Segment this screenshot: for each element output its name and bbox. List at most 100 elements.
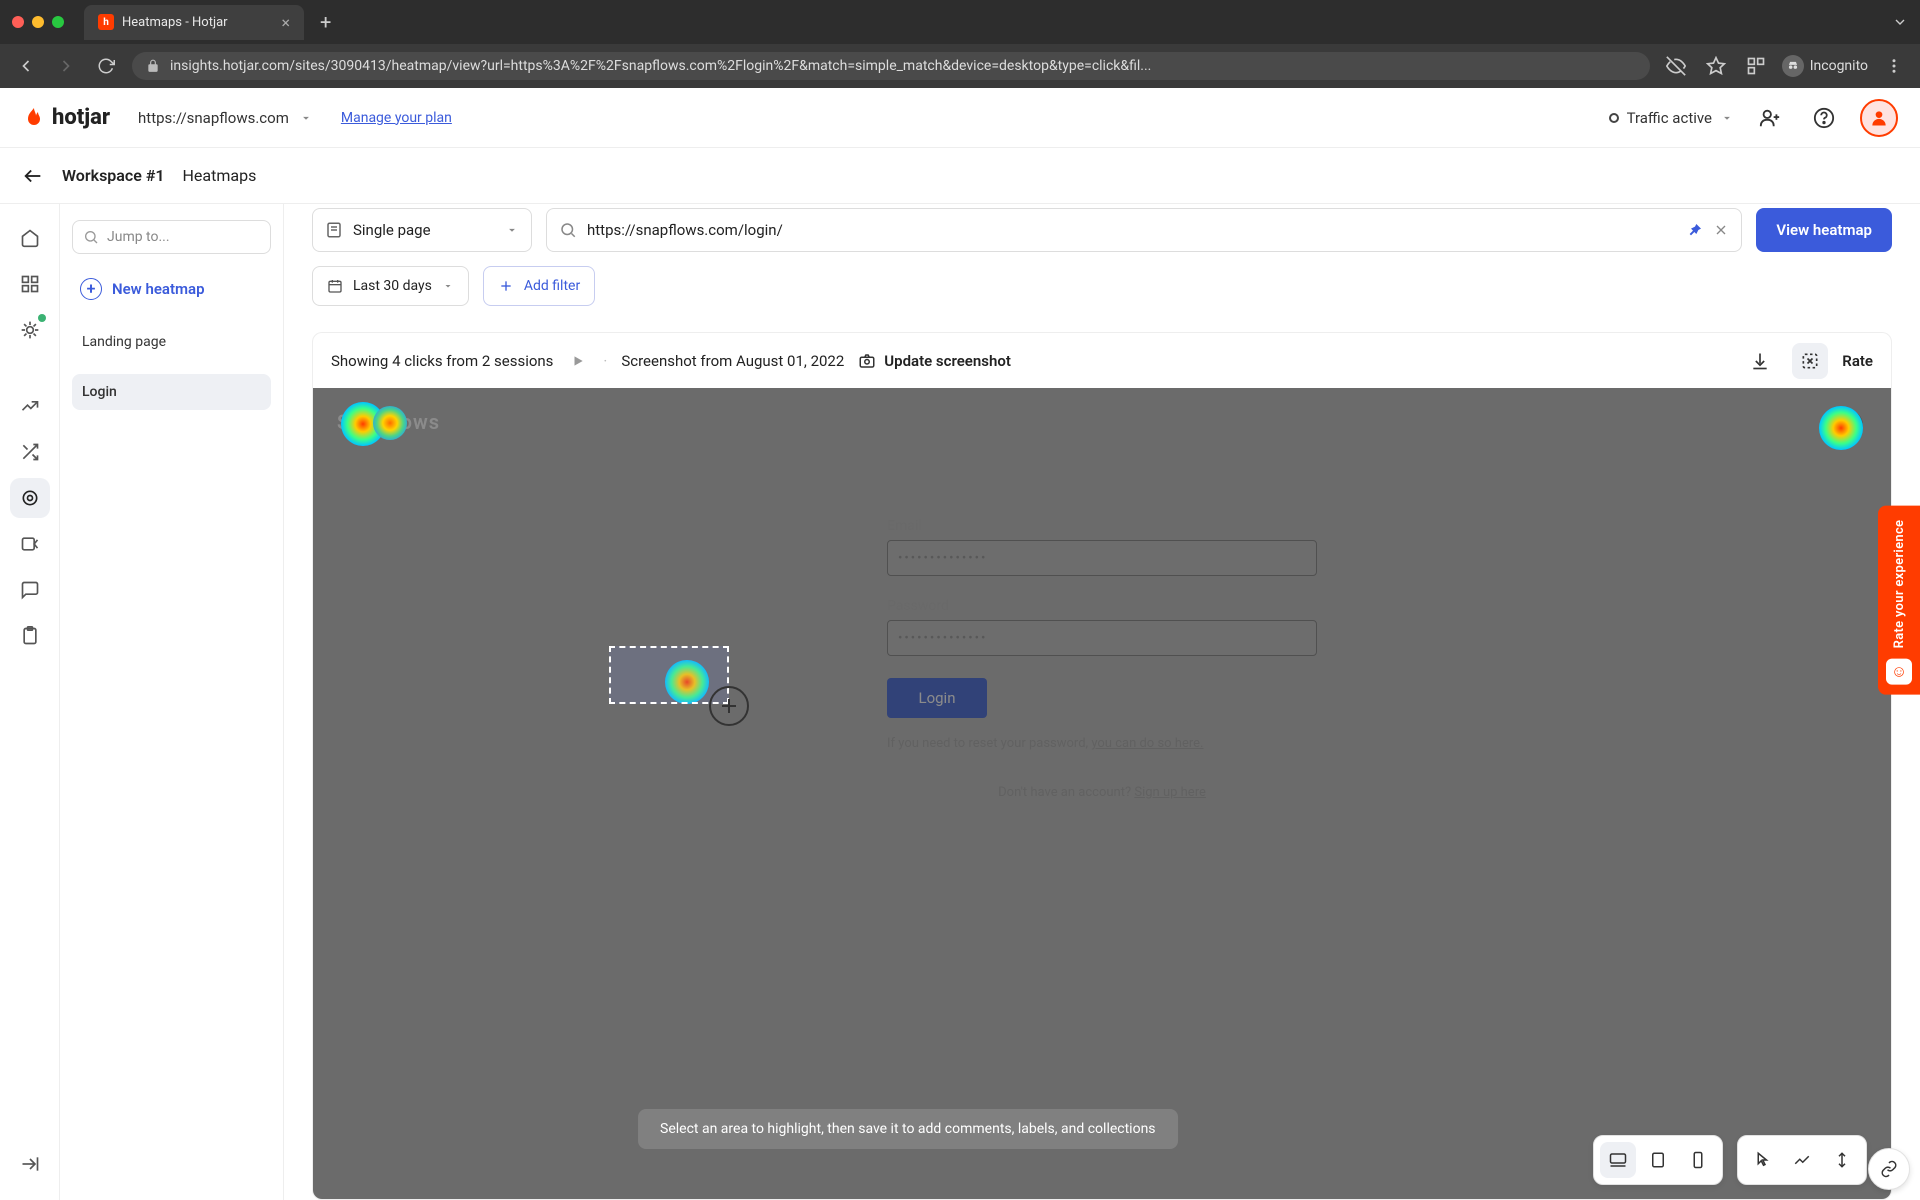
invite-user-icon[interactable]: [1752, 100, 1788, 136]
minimize-window-icon[interactable]: [32, 16, 44, 28]
maximize-window-icon[interactable]: [52, 16, 64, 28]
rail-highlights[interactable]: [10, 310, 50, 350]
share-link-fab[interactable]: [1868, 1148, 1910, 1190]
address-bar: insights.hotjar.com/sites/3090413/heatma…: [0, 44, 1920, 88]
filters-row: Last 30 days Add filter: [312, 266, 1892, 306]
feedback-tab-label: Rate your experience: [1892, 520, 1907, 649]
rate-button[interactable]: Rate: [1842, 352, 1873, 370]
rail-funnels[interactable]: [10, 432, 50, 472]
date-range-filter[interactable]: Last 30 days: [312, 266, 469, 306]
new-tab-button[interactable]: +: [312, 10, 339, 34]
rail-trends[interactable]: [10, 386, 50, 426]
nav-rail: [0, 204, 60, 1200]
hotjar-logo[interactable]: hotjar: [22, 105, 110, 130]
site-url: https://snapflows.com: [138, 109, 289, 127]
pin-icon[interactable]: [1687, 222, 1703, 238]
jump-to-input[interactable]: Jump to...: [72, 220, 271, 254]
kebab-menu-icon[interactable]: [1880, 52, 1908, 80]
click-map-icon[interactable]: [1744, 1142, 1780, 1178]
back-arrow-icon[interactable]: [22, 165, 44, 187]
mock-signup-link: Sign up here: [1134, 785, 1206, 800]
match-mode-label: Single page: [353, 221, 431, 239]
plus-circle-icon: +: [80, 278, 102, 300]
forward-button[interactable]: [52, 52, 80, 80]
tabs-overflow-icon[interactable]: [1892, 14, 1908, 30]
rail-heatmaps[interactable]: [10, 478, 50, 518]
jump-placeholder: Jump to...: [107, 229, 170, 245]
eye-off-icon[interactable]: [1662, 52, 1690, 80]
mock-password-label: Password: [887, 598, 1317, 614]
url-controls: Single page https://snapflows.com/login/…: [312, 204, 1892, 252]
url-text: insights.hotjar.com/sites/3090413/heatma…: [170, 58, 1636, 74]
highlight-tool-icon[interactable]: [1792, 343, 1828, 379]
user-avatar[interactable]: [1860, 99, 1898, 137]
screenshot-preview: Snapflows Email •••••••••••••• Password …: [313, 388, 1891, 1199]
scroll-map-icon[interactable]: [1824, 1142, 1860, 1178]
device-tablet-icon[interactable]: [1640, 1142, 1676, 1178]
view-heatmap-button[interactable]: View heatmap: [1756, 208, 1892, 252]
incognito-indicator[interactable]: Incognito: [1782, 55, 1868, 77]
traffic-status[interactable]: Traffic active: [1609, 109, 1734, 127]
help-icon[interactable]: [1806, 100, 1842, 136]
browser-tab[interactable]: h Heatmaps - Hotjar ×: [84, 5, 304, 40]
device-phone-icon[interactable]: [1680, 1142, 1716, 1178]
calendar-icon: [327, 278, 343, 294]
reload-button[interactable]: [92, 52, 120, 80]
camera-icon: [858, 352, 876, 370]
clicks-summary: Showing 4 clicks from 2 sessions: [331, 352, 553, 370]
rail-recordings[interactable]: [10, 524, 50, 564]
extensions-icon[interactable]: [1742, 52, 1770, 80]
crumb-workspace[interactable]: Workspace #1: [62, 166, 165, 185]
url-field[interactable]: insights.hotjar.com/sites/3090413/heatma…: [132, 52, 1650, 80]
floating-toolbar: [1593, 1135, 1867, 1185]
heatmap-item-login[interactable]: Login: [72, 374, 271, 410]
close-window-icon[interactable]: [12, 16, 24, 28]
manage-plan-link[interactable]: Manage your plan: [341, 110, 452, 126]
selection-hint-toast: Select an area to highlight, then save i…: [638, 1109, 1178, 1149]
download-icon[interactable]: [1742, 343, 1778, 379]
window-controls[interactable]: [12, 16, 64, 28]
browser-chrome: h Heatmaps - Hotjar × + insights.hotjar.…: [0, 0, 1920, 88]
mock-signup-text: Don't have an account? Sign up here: [887, 785, 1317, 800]
breadcrumb-row: Workspace #1 Heatmaps: [0, 148, 1920, 204]
notification-dot-icon: [38, 314, 46, 322]
add-filter-button[interactable]: Add filter: [483, 266, 595, 306]
add-filter-label: Add filter: [524, 278, 580, 294]
plus-icon: [498, 278, 514, 294]
traffic-dot-icon: [1609, 113, 1619, 123]
clear-icon[interactable]: [1713, 222, 1729, 238]
update-screenshot-button[interactable]: Update screenshot: [858, 352, 1011, 370]
bookmark-star-icon[interactable]: [1702, 52, 1730, 80]
app-header: hotjar https://snapflows.com Manage your…: [0, 88, 1920, 148]
feedback-side-tab[interactable]: Rate your experience ☺: [1878, 506, 1920, 695]
rail-home[interactable]: [10, 218, 50, 258]
smiley-icon: ☺: [1886, 658, 1912, 684]
rail-dashboard[interactable]: [10, 264, 50, 304]
match-mode-select[interactable]: Single page: [312, 208, 532, 252]
mock-login-button: Login: [887, 678, 987, 718]
heatmap-canvas[interactable]: Snapflows Email •••••••••••••• Password …: [312, 388, 1892, 1200]
heatmap-url-input[interactable]: https://snapflows.com/login/: [546, 208, 1742, 252]
back-button[interactable]: [12, 52, 40, 80]
flame-icon: [22, 106, 46, 130]
date-range-label: Last 30 days: [353, 278, 432, 294]
move-map-icon[interactable]: [1784, 1142, 1820, 1178]
search-icon: [83, 229, 99, 245]
new-heatmap-button[interactable]: + New heatmap: [72, 268, 271, 310]
device-desktop-icon[interactable]: [1600, 1142, 1636, 1178]
mock-site-logo: Snapflows: [337, 410, 440, 434]
search-icon: [559, 221, 577, 239]
site-selector[interactable]: https://snapflows.com: [128, 103, 323, 133]
update-screenshot-label: Update screenshot: [884, 352, 1011, 370]
rail-feedback[interactable]: [10, 570, 50, 610]
heatmap-item-landing[interactable]: Landing page: [72, 324, 271, 360]
rail-surveys[interactable]: [10, 616, 50, 656]
mock-reset-prefix: If you need to reset your password,: [887, 736, 1091, 751]
caret-down-icon: [299, 111, 313, 125]
page-icon: [325, 221, 343, 239]
tab-close-icon[interactable]: ×: [281, 13, 290, 32]
play-sessions-icon[interactable]: [567, 350, 589, 372]
crosshair-cursor-icon: [709, 686, 749, 726]
mock-email-label: Email: [887, 518, 1317, 534]
rail-expand-icon[interactable]: [10, 1144, 50, 1184]
